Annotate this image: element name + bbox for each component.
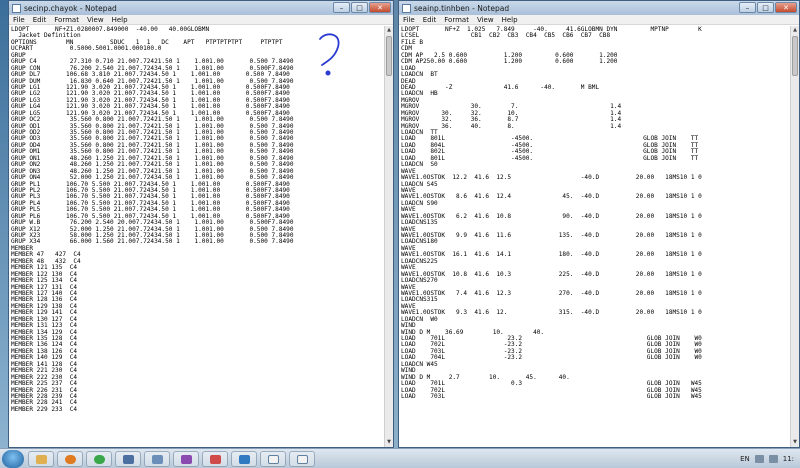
scrollbar-thumb[interactable] <box>386 36 392 76</box>
menu-format[interactable]: Format <box>444 15 469 24</box>
taskbar-explorer-icon[interactable] <box>28 450 54 467</box>
maximize-button[interactable]: □ <box>757 2 774 13</box>
menu-file[interactable]: File <box>13 15 25 24</box>
close-button[interactable]: ✕ <box>369 2 391 13</box>
text-line: LOAD 703L GLOB JOIN W45 <box>401 392 702 400</box>
menu-edit[interactable]: Edit <box>33 15 47 24</box>
notepad-window-right[interactable]: seainp.tinhben - Notepad – □ ✕ File Edit… <box>398 0 800 448</box>
taskbar-app-icon[interactable] <box>231 450 257 467</box>
scroll-up-arrow-icon[interactable]: ▲ <box>385 26 393 35</box>
network-icon[interactable] <box>754 454 764 463</box>
window-controls: – □ ✕ <box>739 2 797 13</box>
taskbar-app-icon[interactable] <box>144 450 170 467</box>
menu-bar: File Edit Format View Help <box>9 15 393 25</box>
clock[interactable]: 11: <box>783 455 794 463</box>
menu-view[interactable]: View <box>477 15 494 24</box>
minimize-button[interactable]: – <box>333 2 350 13</box>
taskbar-chrome-icon[interactable] <box>86 450 112 467</box>
menu-edit[interactable]: Edit <box>423 15 437 24</box>
text-editor-area[interactable]: LDOPT NF+Z1.0280007.849000 -40.00 40.00G… <box>9 26 384 447</box>
menu-view[interactable]: View <box>87 15 104 24</box>
desktop-background-strip <box>0 0 8 448</box>
menu-file[interactable]: File <box>403 15 415 24</box>
window-title: seainp.tinhben - Notepad <box>414 3 510 13</box>
text-line: MEMBER 229 233 C4 <box>11 405 78 413</box>
vertical-scrollbar[interactable]: ▲ ▼ <box>384 26 393 447</box>
title-bar[interactable]: secinp.chayok - Notepad – □ ✕ <box>9 1 393 15</box>
menu-help[interactable]: Help <box>502 15 518 24</box>
text-editor-area[interactable]: LDOPT NF+Z 1.025 7.849 -40. 41.6GLOBMN D… <box>399 26 790 447</box>
window-controls: – □ ✕ <box>333 2 391 13</box>
taskbar-app-icon[interactable] <box>115 450 141 467</box>
language-indicator[interactable]: EN <box>740 455 750 463</box>
start-button[interactable] <box>2 449 24 468</box>
desktop: secinp.chayok - Notepad – □ ✕ File Edit … <box>0 0 800 468</box>
scroll-up-arrow-icon[interactable]: ▲ <box>791 26 799 35</box>
maximize-button[interactable]: □ <box>351 2 368 13</box>
menu-help[interactable]: Help <box>112 15 128 24</box>
notepad-window-left[interactable]: secinp.chayok - Notepad – □ ✕ File Edit … <box>8 0 394 448</box>
close-button[interactable]: ✕ <box>775 2 797 13</box>
menu-format[interactable]: Format <box>54 15 79 24</box>
window-title: secinp.chayok - Notepad <box>24 3 117 13</box>
taskbar-media-player-icon[interactable] <box>57 450 83 467</box>
minimize-button[interactable]: – <box>739 2 756 13</box>
taskbar-app-icon[interactable] <box>173 450 199 467</box>
notepad-app-icon <box>402 3 411 13</box>
menu-bar: File Edit Format View Help <box>399 15 799 25</box>
scroll-down-arrow-icon[interactable]: ▼ <box>791 438 799 447</box>
scrollbar-thumb[interactable] <box>792 36 798 76</box>
scroll-down-arrow-icon[interactable]: ▼ <box>385 438 393 447</box>
taskbar-app-icon[interactable] <box>202 450 228 467</box>
system-tray: EN 11: <box>740 454 800 463</box>
taskbar: EN 11: <box>0 448 800 468</box>
title-bar[interactable]: seainp.tinhben - Notepad – □ ✕ <box>399 1 799 15</box>
taskbar-notepad-icon[interactable] <box>289 450 315 467</box>
volume-icon[interactable] <box>768 454 778 463</box>
notepad-app-icon <box>12 3 21 13</box>
vertical-scrollbar[interactable]: ▲ ▼ <box>790 26 799 447</box>
taskbar-notepad-icon[interactable] <box>260 450 286 467</box>
